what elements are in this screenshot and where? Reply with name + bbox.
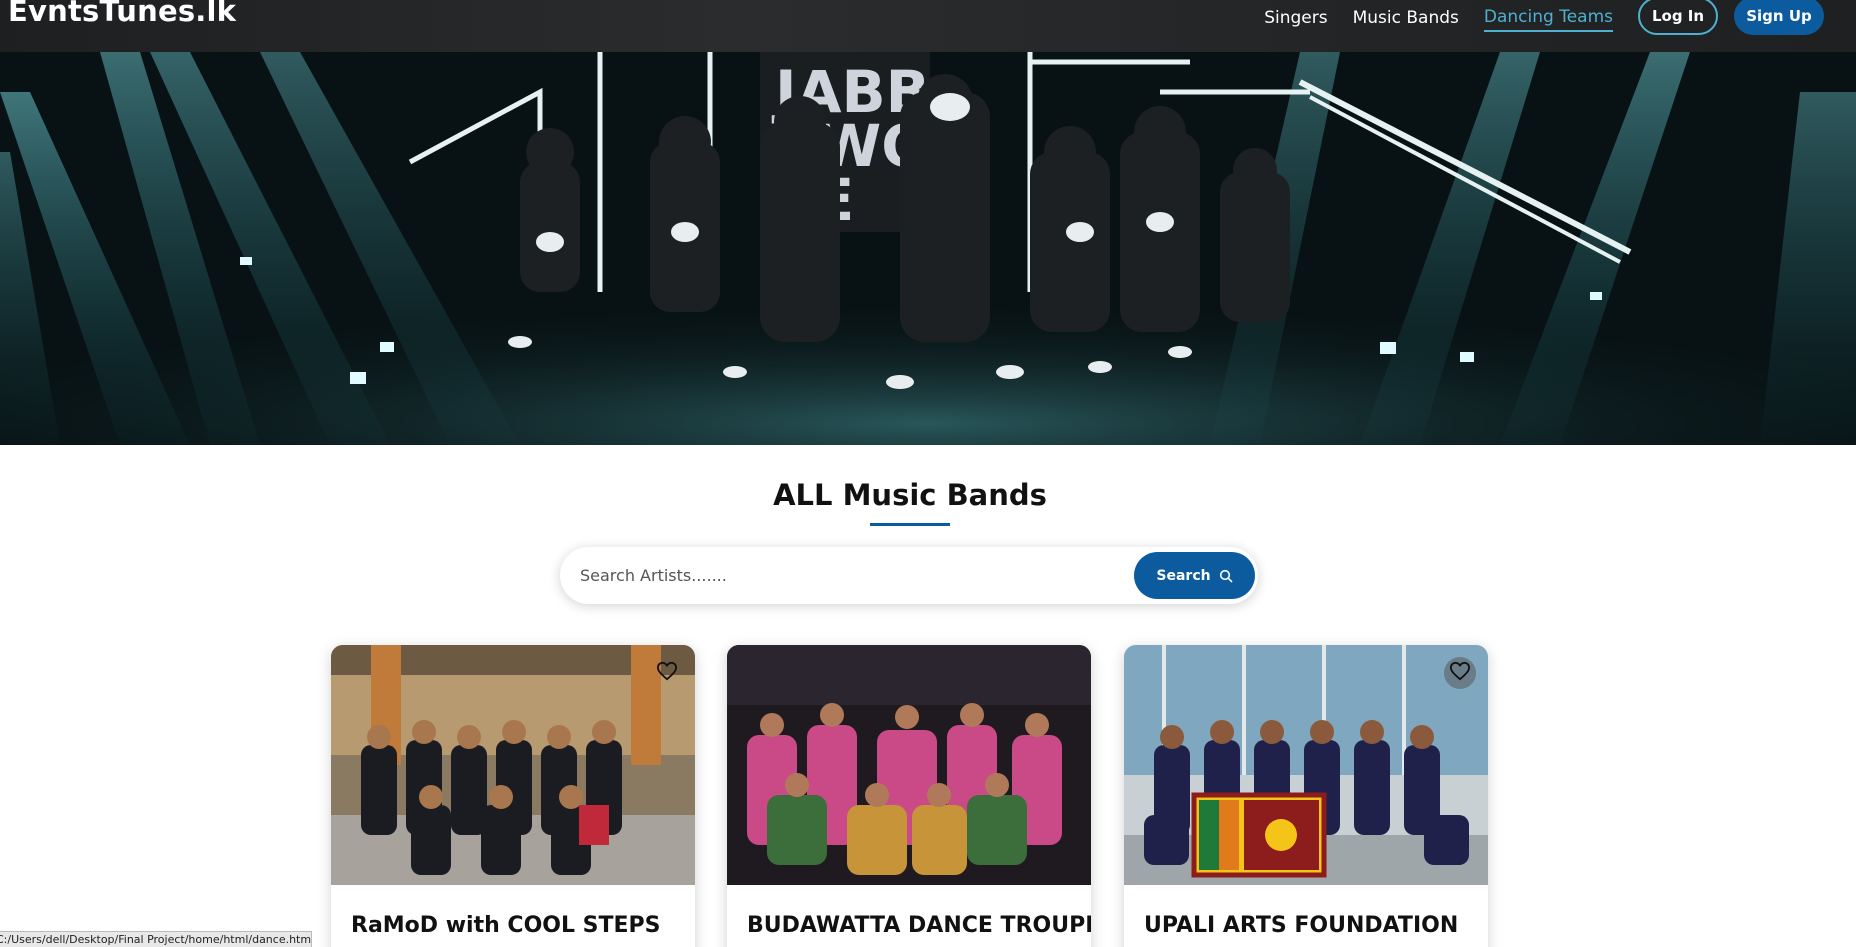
- heart-outline-icon: [1449, 661, 1471, 685]
- artist-card[interactable]: UPALI ARTS FOUNDATION: [1124, 645, 1488, 947]
- search-icon: [1219, 569, 1233, 583]
- artist-card[interactable]: RaMoD with COOL STEPS: [331, 645, 695, 947]
- heart-outline-icon: [656, 661, 678, 685]
- search-bar: Search: [560, 547, 1258, 604]
- artist-card-title[interactable]: RaMoD with COOL STEPS: [351, 913, 661, 938]
- favorite-button[interactable]: [651, 657, 683, 689]
- site-logo[interactable]: EvntsTunes.lk: [8, 0, 236, 28]
- artist-card-title[interactable]: UPALI ARTS FOUNDATION: [1144, 913, 1458, 938]
- artist-card-title[interactable]: BUDAWATTA DANCE TROUPE: [747, 913, 1091, 938]
- hero-dance-image: JABBAWOEE: [0, 52, 1856, 445]
- title-underline: [870, 523, 950, 526]
- section-title: ALL Music Bands: [773, 478, 1047, 512]
- login-button[interactable]: Log In: [1638, 0, 1718, 35]
- search-input[interactable]: [580, 557, 1080, 594]
- search-button[interactable]: Search: [1134, 552, 1255, 599]
- search-button-label: Search: [1156, 567, 1211, 584]
- signup-button[interactable]: Sign Up: [1734, 0, 1824, 35]
- artist-card-image: [331, 645, 695, 885]
- browser-status-bar: C:/Users/dell/Desktop/Final Project/home…: [0, 931, 312, 947]
- artist-card[interactable]: BUDAWATTA DANCE TROUPE: [727, 645, 1091, 947]
- nav-link-music-bands[interactable]: Music Bands: [1353, 8, 1459, 31]
- hero-banner: JABBAWOEE: [0, 52, 1856, 445]
- nav-link-dancing-teams[interactable]: Dancing Teams: [1483, 7, 1613, 32]
- top-navbar: EvntsTunes.lk Singers Music Bands Dancin…: [0, 0, 1856, 52]
- nav-link-singers[interactable]: Singers: [1264, 8, 1327, 31]
- favorite-button[interactable]: [1444, 657, 1476, 689]
- nav-links: Singers Music Bands Dancing Teams Log In…: [1264, 0, 1824, 36]
- artist-card-image: [1124, 645, 1488, 885]
- artist-card-image: [727, 645, 1091, 885]
